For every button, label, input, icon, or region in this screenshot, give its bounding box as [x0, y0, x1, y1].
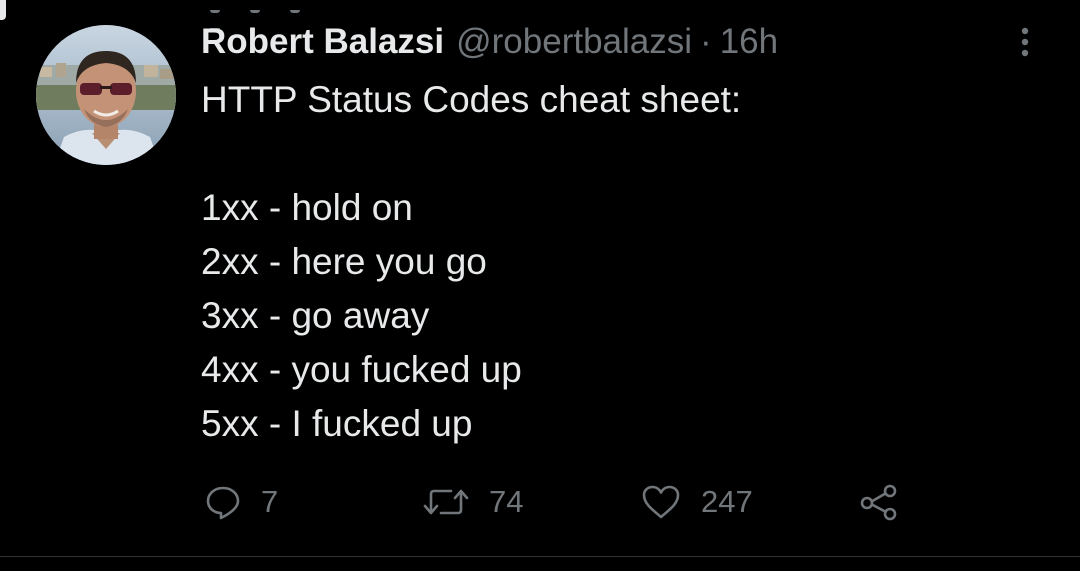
- more-options-button[interactable]: [1010, 22, 1040, 62]
- more-vertical-icon: [1021, 27, 1029, 57]
- tweet-text: HTTP Status Codes cheat sheet: 1xx - hol…: [201, 73, 1041, 451]
- retweet-button[interactable]: 74: [421, 478, 523, 526]
- previous-tweet-edge: [0, 0, 6, 20]
- share-icon: [860, 484, 897, 521]
- reply-icon: [206, 486, 240, 520]
- tweet-header: Robert Balazsi @robertbalazsi · 16h: [201, 18, 778, 66]
- like-button[interactable]: 247: [639, 478, 753, 526]
- previous-tweet-actions-edge: [210, 0, 360, 31]
- tweet[interactable]: Robert Balazsi @robertbalazsi · 16h HTTP…: [0, 0, 1080, 571]
- retweet-count: 74: [489, 484, 524, 519]
- heart-icon: [642, 485, 680, 519]
- reply-count: 7: [261, 484, 279, 519]
- tweet-text-line: 5xx - I fucked up: [201, 403, 473, 444]
- tweet-text-line: 2xx - here you go: [201, 241, 487, 282]
- tweet-timestamp[interactable]: 16h: [720, 18, 778, 66]
- author-display-name[interactable]: Robert Balazsi: [201, 18, 444, 66]
- header-separator: ·: [700, 22, 712, 61]
- tweet-text-line: 3xx - go away: [201, 295, 430, 336]
- tweet-text-line: [201, 127, 1041, 181]
- avatar[interactable]: [36, 25, 176, 165]
- retweet-icon: [423, 489, 469, 515]
- tweet-text-line: 4xx - you fucked up: [201, 349, 522, 390]
- share-button[interactable]: [857, 478, 901, 526]
- avatar-image: [36, 25, 176, 165]
- tweet-divider: [0, 556, 1080, 557]
- author-handle[interactable]: @robertbalazsi: [456, 18, 692, 66]
- tweet-text-line: 1xx - hold on: [201, 187, 413, 228]
- like-count: 247: [701, 484, 753, 519]
- reply-button[interactable]: 7: [203, 478, 278, 526]
- tweet-text-line: HTTP Status Codes cheat sheet:: [201, 79, 742, 120]
